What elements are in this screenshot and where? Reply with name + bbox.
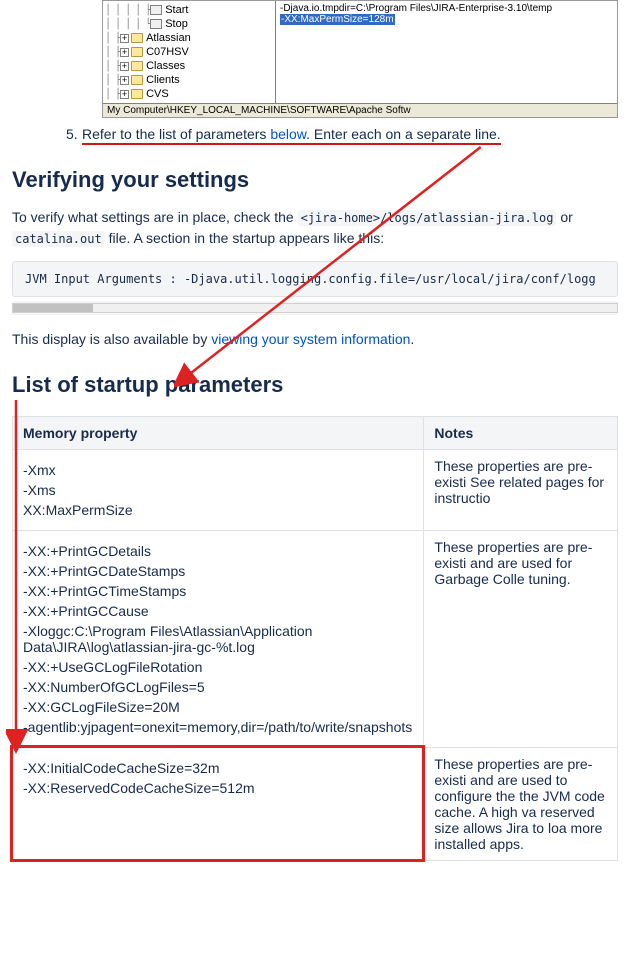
code-catalina: catalina.out <box>12 231 105 247</box>
step-number: 5. <box>66 126 78 142</box>
memory-property-item: -Xms <box>23 482 413 498</box>
cell-notes: These properties are pre-existi and are … <box>424 748 618 861</box>
table-row: -XX:+PrintGCDetails -XX:+PrintGCDateStamp… <box>13 531 618 748</box>
heading-startup-params: List of startup parameters <box>12 372 618 398</box>
memory-property-item: -XX:NumberOfGCLogFiles=5 <box>23 679 413 695</box>
memory-property-item: -XX:+PrintGCDateStamps <box>23 563 413 579</box>
system-info-link[interactable]: viewing your system information <box>211 331 410 347</box>
regedit-statusbar: My Computer\HKEY_LOCAL_MACHINE\SOFTWARE\… <box>103 103 617 117</box>
cell-memory-property: -Xmx -Xms XX:MaxPermSize <box>13 450 424 531</box>
tree-item[interactable]: C07HSV <box>146 46 189 58</box>
tree-item[interactable]: Start <box>165 4 188 16</box>
below-link[interactable]: below <box>270 126 306 142</box>
tree-item[interactable]: Stop <box>165 18 188 30</box>
table-row: -Xmx -Xms XX:MaxPermSize These properties a… <box>13 450 618 531</box>
codeblock-scrollbar[interactable] <box>12 301 618 315</box>
heading-verifying: Verifying your settings <box>12 167 618 193</box>
folder-icon <box>131 33 143 43</box>
key-icon <box>150 5 162 15</box>
cell-memory-property: -XX:InitialCodeCacheSize=32m -XX:Reserved… <box>13 748 424 861</box>
value-line: -Djava.io.tmpdir=C:\Program Files\JIRA-E… <box>280 3 613 14</box>
folder-icon <box>131 61 143 71</box>
memory-property-item: -Xloggc:C:\Program Files\Atlassian\Appli… <box>23 623 413 655</box>
memory-property-item: -XX:InitialCodeCacheSize=32m <box>23 760 413 776</box>
step-text-post: . Enter each on a separate line. <box>306 126 501 142</box>
memory-property-item: -XX:+PrintGCTimeStamps <box>23 583 413 599</box>
jvm-args-codeblock: JVM Input Arguments : -Djava.util.loggin… <box>12 261 618 297</box>
memory-property-item: -agentlib:yjpagent=onexit=memory,dir=/pa… <box>23 719 413 735</box>
memory-property-item: -XX:ReservedCodeCacheSize=512m <box>23 780 413 796</box>
tree-item[interactable]: CVS <box>146 88 169 100</box>
folder-icon <box>131 47 143 57</box>
startup-params-table: Memory property Notes -Xmx -Xms XX:MaxPerm… <box>12 416 618 861</box>
verify-paragraph-2: This display is also available by viewin… <box>12 329 618 350</box>
th-notes: Notes <box>424 417 618 450</box>
memory-property-item: -XX:+PrintGCDetails <box>23 543 413 559</box>
regedit-window: │ │ │ │ ├Start │ │ │ │ └Stop │ ├+Atlassi… <box>102 0 618 118</box>
memory-property-item: XX:MaxPermSize <box>23 502 413 518</box>
expand-icon[interactable]: + <box>120 90 129 99</box>
expand-icon[interactable]: + <box>120 76 129 85</box>
expand-icon[interactable]: + <box>120 48 129 57</box>
tree-item[interactable]: Clients <box>146 74 180 86</box>
value-line-selected[interactable]: -XX:MaxPermSize=128m <box>280 14 395 25</box>
scrollbar-thumb[interactable] <box>13 304 93 312</box>
verify-paragraph-1: To verify what settings are in place, ch… <box>12 207 618 249</box>
cell-notes: These properties are pre-existi See rela… <box>424 450 618 531</box>
memory-property-item: -XX:GCLogFileSize=20M <box>23 699 413 715</box>
cell-notes: These properties are pre-existi and are … <box>424 531 618 748</box>
folder-icon <box>131 75 143 85</box>
memory-property-item: -XX:+PrintGCCause <box>23 603 413 619</box>
folder-icon <box>131 89 143 99</box>
regedit-values[interactable]: -Djava.io.tmpdir=C:\Program Files\JIRA-E… <box>276 1 617 103</box>
tree-item[interactable]: Atlassian <box>146 32 191 44</box>
memory-property-item: -XX:+UseGCLogFileRotation <box>23 659 413 675</box>
codeblock-content: JVM Input Arguments : -Djava.util.loggin… <box>13 262 617 296</box>
step-text-pre: Refer to the list of parameters <box>82 126 270 142</box>
key-icon <box>150 19 162 29</box>
cell-memory-property: -XX:+PrintGCDetails -XX:+PrintGCDateStamp… <box>13 531 424 748</box>
expand-icon[interactable]: + <box>120 62 129 71</box>
th-memory-property: Memory property <box>13 417 424 450</box>
expand-icon[interactable]: + <box>120 34 129 43</box>
regedit-tree[interactable]: │ │ │ │ ├Start │ │ │ │ └Stop │ ├+Atlassi… <box>103 1 276 103</box>
step-5: 5. Refer to the list of parameters below… <box>82 126 618 145</box>
table-row: -XX:InitialCodeCacheSize=32m -XX:Reserved… <box>13 748 618 861</box>
code-jira-log: <jira-home>/logs/atlassian-jira.log <box>298 210 557 226</box>
tree-item[interactable]: Classes <box>146 60 185 72</box>
memory-property-item: -Xmx <box>23 462 413 478</box>
